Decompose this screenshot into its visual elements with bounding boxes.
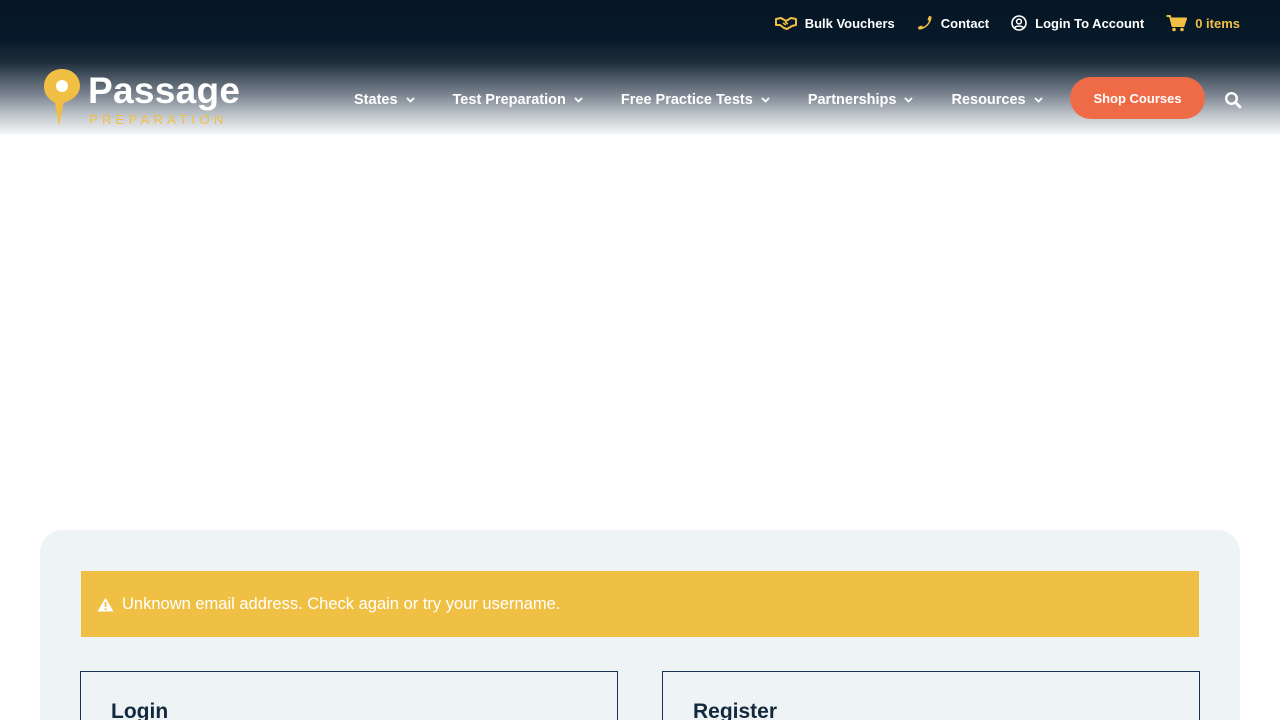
contact-link[interactable]: Contact xyxy=(917,15,989,31)
nav-item-label: Free Practice Tests xyxy=(620,92,753,108)
logo-subtitle: PREPARATION xyxy=(89,112,228,127)
search-icon xyxy=(1224,91,1242,109)
chevron-down-icon xyxy=(574,97,583,103)
location-pin-icon xyxy=(44,69,80,126)
nav-item-resources[interactable]: Resources xyxy=(951,92,1043,108)
chevron-down-icon xyxy=(761,97,770,103)
shop-courses-button[interactable]: Shop Courses xyxy=(1070,77,1205,119)
nav-item-states[interactable]: States xyxy=(354,92,415,108)
nav-item-free-practice-tests[interactable]: Free Practice Tests xyxy=(621,92,770,108)
warning-icon xyxy=(97,597,114,611)
chevron-down-icon xyxy=(1033,97,1043,103)
nav-item-label: Test Preparation xyxy=(452,92,566,108)
search-button[interactable] xyxy=(1224,91,1242,109)
site-logo[interactable]: Passage PREPARATION xyxy=(43,68,241,128)
error-notice: Unknown email address. Check again or tr… xyxy=(81,571,1199,637)
user-circle-icon xyxy=(1011,15,1027,31)
cart-label: 0 items xyxy=(1195,15,1240,31)
nav-item-label: Resources xyxy=(951,92,1026,108)
bulk-vouchers-link[interactable]: Bulk Vouchers xyxy=(774,15,895,31)
handshake-icon xyxy=(774,17,797,30)
register-form-box: Register xyxy=(662,671,1200,720)
logo-wordmark: Passage xyxy=(88,70,241,111)
nav-item-label: Partnerships xyxy=(807,92,897,108)
chevron-down-icon xyxy=(904,97,914,103)
top-utility-bar: Bulk Vouchers Contact Login To Account 0… xyxy=(774,0,1240,46)
chevron-down-icon xyxy=(405,97,415,103)
login-to-account-link[interactable]: Login To Account xyxy=(1011,15,1144,31)
phone-icon xyxy=(917,16,932,30)
cart-icon xyxy=(1166,14,1188,31)
nav-item-label: States xyxy=(354,92,398,108)
register-heading: Register xyxy=(693,700,778,720)
login-heading: Login xyxy=(111,700,169,720)
contact-label: Contact xyxy=(940,15,990,31)
bulk-vouchers-label: Bulk Vouchers xyxy=(804,15,895,31)
error-notice-text: Unknown email address. Check again or tr… xyxy=(122,594,561,613)
login-form-box: Login xyxy=(80,671,618,720)
cart-link[interactable]: 0 items xyxy=(1166,14,1240,32)
nav-item-partnerships[interactable]: Partnerships xyxy=(808,92,914,108)
login-label: Login To Account xyxy=(1035,15,1145,31)
nav-item-test-preparation[interactable]: Test Preparation xyxy=(453,92,583,108)
main-navigation: States Test Preparation Free Practice Te… xyxy=(354,88,1043,112)
